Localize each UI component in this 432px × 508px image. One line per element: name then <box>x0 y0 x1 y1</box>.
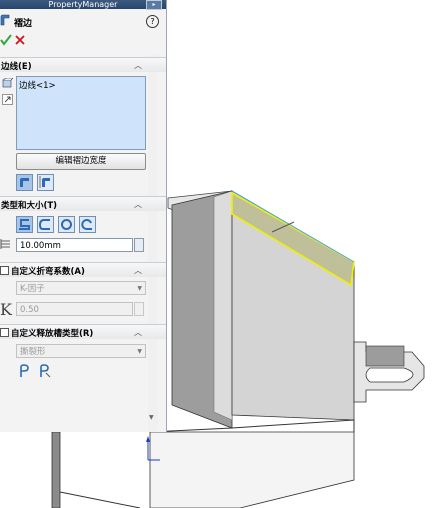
ok-button[interactable] <box>0 34 12 46</box>
edges-group-header[interactable]: 边线(E) ︿ <box>0 57 166 72</box>
relief-rip-icon[interactable] <box>18 364 32 378</box>
k-factor-group-header[interactable]: 自定义折弯系数(A) ︿ <box>0 262 166 277</box>
hem-length-spinner[interactable] <box>134 238 144 252</box>
edge-selection-list[interactable]: 边线<1> <box>16 76 146 150</box>
type-size-group-header[interactable]: 类型和大小(T) ︿ <box>0 196 166 211</box>
model-left-wall-inner <box>213 190 233 421</box>
relief-group-header[interactable]: 自定义释放槽类型(R) ︿ <box>0 324 166 339</box>
help-icon[interactable]: ? <box>146 15 159 28</box>
hem-type-open-button[interactable] <box>37 216 54 233</box>
feature-title-row: 褶边 ? <box>0 12 166 30</box>
collapse-chevron-icon[interactable]: ︿ <box>134 60 142 71</box>
property-manager-title: PropertyManager <box>48 0 118 9</box>
bend-allowance-type-value: K-因子 <box>20 284 45 294</box>
material-inside-button[interactable] <box>16 174 33 191</box>
feature-title: 褶边 <box>14 19 33 29</box>
model-base-edge <box>149 419 355 433</box>
edges-group-title: 边线(E) <box>1 62 32 72</box>
model-base-plate <box>149 431 355 508</box>
model-right-tab-shade <box>365 345 405 367</box>
relief-type-select[interactable]: 撕裂形 ▼ <box>16 344 146 358</box>
edit-hem-width-button[interactable]: 编辑褶边宽度 <box>16 153 146 170</box>
property-manager-header: PropertyManager ▸ <box>0 0 166 10</box>
hem-length-input[interactable]: 10.00mm <box>16 238 133 252</box>
collapse-chevron-icon[interactable]: ︿ <box>134 199 142 210</box>
bend-outside-button[interactable] <box>37 174 54 191</box>
pin-icon[interactable]: ▸ <box>146 0 162 10</box>
length-icon <box>0 239 10 249</box>
bend-outside-icon <box>39 176 50 188</box>
custom-relief-checkbox[interactable] <box>0 328 9 337</box>
relief-type-value: 撕裂形 <box>20 347 46 357</box>
type-size-group-title: 类型和大小(T) <box>1 201 58 211</box>
cancel-button[interactable] <box>14 34 26 46</box>
list-item[interactable]: 边线<1> <box>19 79 56 91</box>
custom-bend-allowance-checkbox[interactable] <box>0 266 9 275</box>
hem-open-icon <box>38 219 50 230</box>
hem-teardrop-icon <box>61 219 72 230</box>
hem-type-rolled-button[interactable] <box>79 216 96 233</box>
edge-select-icon <box>2 78 13 88</box>
k-factor-group-title: 自定义折弯系数(A) <box>11 267 85 277</box>
model-right-tab-slot <box>365 367 414 383</box>
bend-allowance-type-select[interactable]: K-因子 ▼ <box>16 281 146 295</box>
material-inside-icon <box>20 178 29 187</box>
k-factor-icon: K <box>0 300 12 319</box>
hem-closed-icon <box>19 219 30 230</box>
model-front-left-wall <box>51 431 61 508</box>
relief-group-title: 自定义释放槽类型(R) <box>11 329 94 339</box>
hem-type-closed-button[interactable] <box>16 216 33 233</box>
scroll-down-icon[interactable]: ▼ <box>149 414 154 421</box>
chevron-down-icon: ▼ <box>137 348 142 355</box>
property-manager-panel: PropertyManager ▸ 褶边 ? ▲ ▼ 边线(E) ︿ 边线<1>… <box>0 0 167 432</box>
k-factor-spinner[interactable] <box>134 302 144 316</box>
reverse-direction-icon[interactable] <box>2 94 13 105</box>
hem-type-teardrop-button[interactable] <box>58 216 75 233</box>
hem-rolled-icon <box>81 219 92 230</box>
relief-tear-icon[interactable] <box>38 364 52 378</box>
model-bottom-outline <box>59 491 141 508</box>
panel-scrollbar[interactable] <box>148 55 158 432</box>
collapse-chevron-icon[interactable]: ︿ <box>134 327 142 338</box>
k-factor-input[interactable]: 0.50 <box>16 302 133 316</box>
collapse-chevron-icon[interactable]: ︿ <box>134 265 142 276</box>
chevron-down-icon: ▼ <box>137 285 142 292</box>
hem-feature-icon <box>0 14 10 26</box>
